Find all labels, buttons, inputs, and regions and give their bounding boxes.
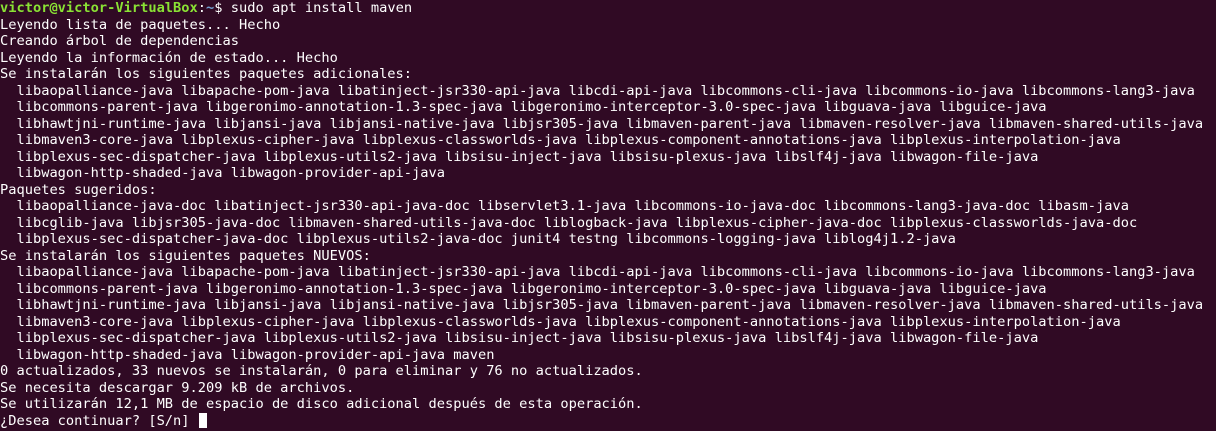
output-line: Leyendo lista de paquetes... Hecho xyxy=(0,16,281,33)
output-line: 0 actualizados, 33 nuevos se instalarán,… xyxy=(0,363,643,379)
output-line: libaopalliance-java libapache-pom-java l… xyxy=(0,82,1195,99)
confirm-prompt: ¿Desea continuar? [S/n] xyxy=(0,412,198,429)
output-line: Paquetes sugeridos: xyxy=(0,181,157,198)
cursor-block xyxy=(198,412,207,428)
output-line: libaopalliance-java-doc libatinject-jsr3… xyxy=(0,198,1129,214)
prompt-user-host: victor@victor-VirtualBox xyxy=(0,0,198,16)
prompt-symbol: $ xyxy=(214,0,231,16)
terminal-window[interactable]: victor@victor-VirtualBox:~$ sudo apt ins… xyxy=(0,0,1216,431)
output-line: libplexus-sec-dispatcher-java libplexus-… xyxy=(0,330,1039,346)
terminal-output: Leyendo lista de paquetes... Hecho Creand… xyxy=(0,17,1216,413)
output-line: libcommons-parent-java libgeronimo-annot… xyxy=(0,280,1047,297)
output-line: libplexus-sec-dispatcher-java-doc libple… xyxy=(0,231,956,247)
output-line: libmaven3-core-java libplexus-cipher-jav… xyxy=(0,313,1121,330)
output-line: Se instalarán los siguientes paquetes ad… xyxy=(0,66,413,82)
output-line: libplexus-sec-dispatcher-java libplexus-… xyxy=(0,148,1039,165)
output-line: libmaven3-core-java libplexus-cipher-jav… xyxy=(0,132,1121,148)
command-line: victor@victor-VirtualBox:~$ sudo apt ins… xyxy=(0,0,1216,17)
output-line: libwagon-http-shaded-java libwagon-provi… xyxy=(0,346,495,363)
output-line: libcglib-java libjsr305-java-doc libmave… xyxy=(0,214,1138,231)
output-line: Se instalarán los siguientes paquetes NU… xyxy=(0,247,371,264)
input-line[interactable]: ¿Desea continuar? [S/n] xyxy=(0,412,1216,430)
output-line: libwagon-http-shaded-java libwagon-provi… xyxy=(0,165,445,181)
output-line: libhawtjni-runtime-java libjansi-java li… xyxy=(0,115,1204,132)
output-line: Leyendo la información de estado... Hech… xyxy=(0,49,338,66)
output-line: libaopalliance-java libapache-pom-java l… xyxy=(0,264,1195,280)
prompt-separator: : xyxy=(197,0,207,16)
output-line: Se necesita descargar 9.209 kB de archiv… xyxy=(0,379,355,396)
output-line: Se utilizarán 12,1 MB de espacio de disc… xyxy=(0,396,643,412)
output-line: Creando árbol de dependencias xyxy=(0,33,239,49)
output-line: libhawtjni-runtime-java libjansi-java li… xyxy=(0,297,1204,313)
command-text: sudo apt install maven xyxy=(230,0,413,16)
output-line: libcommons-parent-java libgeronimo-annot… xyxy=(0,99,1047,115)
